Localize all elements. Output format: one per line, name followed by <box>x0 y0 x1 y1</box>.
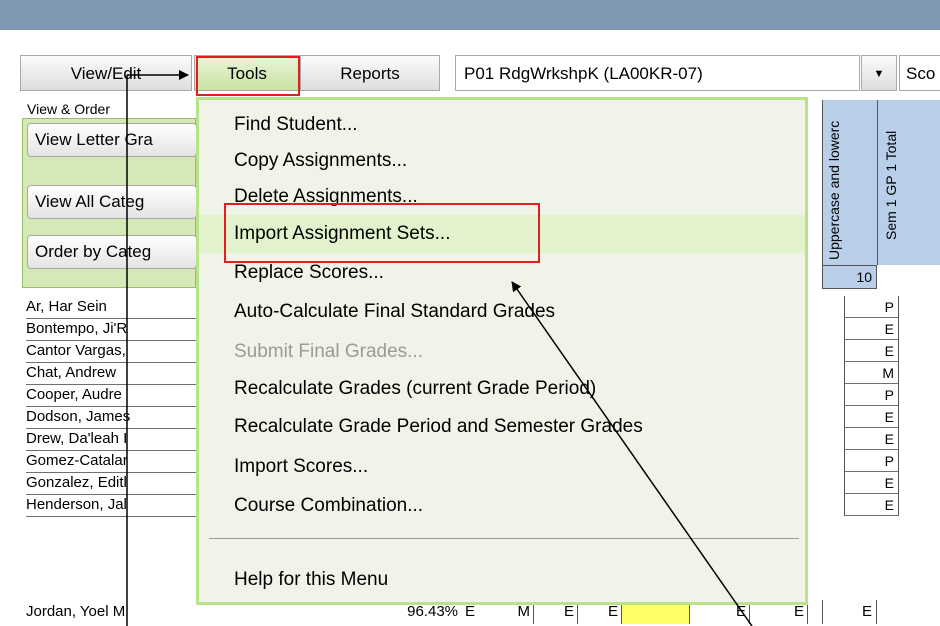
arrow-to-import <box>511 281 753 626</box>
annotation-arrows <box>126 70 753 626</box>
